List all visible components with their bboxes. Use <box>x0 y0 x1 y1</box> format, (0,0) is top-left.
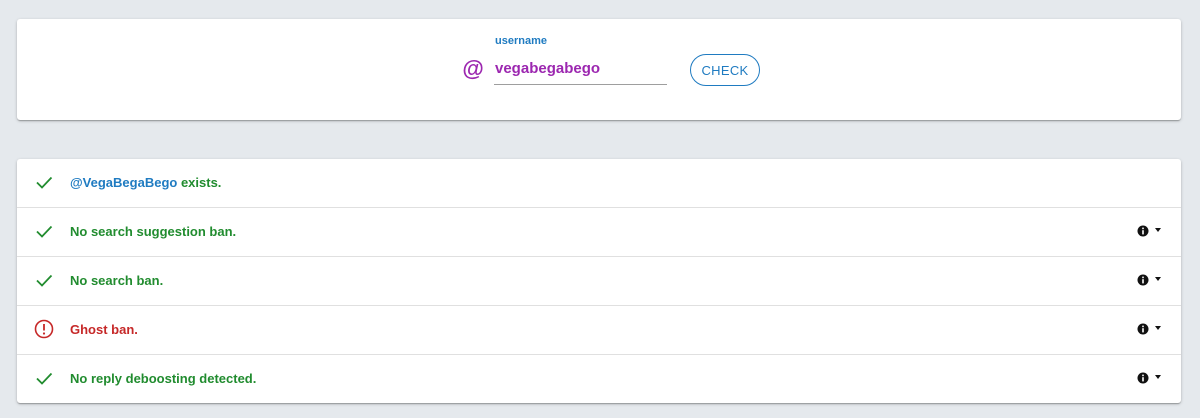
details-toggle[interactable] <box>1137 272 1167 290</box>
result-text: @VegaBegaBego exists. <box>70 174 221 191</box>
username-field: @ username <box>462 35 672 95</box>
info-icon <box>1137 225 1149 237</box>
check-icon <box>33 220 55 242</box>
username-input[interactable] <box>494 55 667 85</box>
result-text: No search ban. <box>70 272 163 289</box>
result-text: Ghost ban. <box>70 321 138 338</box>
details-toggle[interactable] <box>1137 223 1167 241</box>
result-message: Ghost ban. <box>70 322 138 337</box>
result-row: No reply deboosting detected. <box>17 355 1181 403</box>
check-icon <box>33 269 55 291</box>
alert-circle-icon <box>33 318 55 340</box>
results-card: @VegaBegaBego exists. No search suggestio… <box>17 159 1181 403</box>
result-text: No search suggestion ban. <box>70 223 236 240</box>
caret-down-icon <box>1155 326 1161 330</box>
caret-down-icon <box>1155 228 1161 232</box>
result-message: No reply deboosting detected. <box>70 371 257 386</box>
result-row: Ghost ban. <box>17 306 1181 355</box>
result-text: No reply deboosting detected. <box>70 370 256 387</box>
username-label: username <box>495 35 547 47</box>
caret-down-icon <box>1155 277 1161 281</box>
result-row: No search ban. <box>17 257 1181 306</box>
check-button[interactable]: CHECK <box>690 54 760 86</box>
result-message: No search suggestion ban. <box>70 224 237 239</box>
search-card: @ username CHECK <box>17 19 1181 120</box>
info-icon <box>1137 274 1149 286</box>
info-icon <box>1137 372 1149 384</box>
at-sign-icon: @ <box>462 56 484 81</box>
check-icon <box>33 171 55 193</box>
details-toggle[interactable] <box>1137 370 1167 388</box>
result-row: No search suggestion ban. <box>17 208 1181 257</box>
details-toggle[interactable] <box>1137 321 1167 339</box>
caret-down-icon <box>1155 375 1161 379</box>
result-message: exists. <box>177 175 222 190</box>
result-row: @VegaBegaBego exists. <box>17 159 1181 208</box>
result-message: No search ban. <box>70 273 164 288</box>
check-icon <box>33 367 55 389</box>
info-icon <box>1137 323 1149 335</box>
profile-handle-link[interactable]: @VegaBegaBego <box>70 175 177 190</box>
